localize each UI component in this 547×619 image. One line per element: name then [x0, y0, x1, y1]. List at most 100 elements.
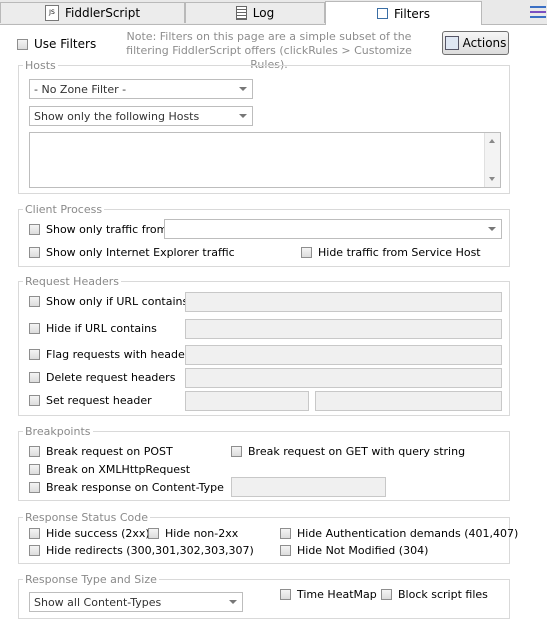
checkbox[interactable] [29, 323, 40, 334]
show-if-url-checkbox[interactable]: Show only if URL contains [29, 295, 188, 308]
scroll-up-icon[interactable] [489, 139, 495, 143]
process-select[interactable] [164, 219, 502, 239]
checkbox-label: Hide non-2xx [165, 527, 239, 540]
scroll-down-icon[interactable] [489, 177, 495, 181]
chevron-down-icon [488, 227, 496, 231]
content-types-select[interactable]: Show all Content-Types [29, 592, 243, 612]
checkbox[interactable] [29, 296, 40, 307]
hide-not-modified-checkbox[interactable]: Hide Not Modified (304) [280, 544, 428, 557]
time-heatmap-checkbox[interactable]: Time HeatMap [280, 588, 377, 601]
delete-headers-input[interactable] [185, 368, 502, 388]
break-get-query-checkbox[interactable]: Break request on GET with query string [231, 445, 465, 458]
checkbox-label: Break on XMLHttpRequest [46, 463, 191, 476]
checkbox[interactable] [280, 528, 291, 539]
hosts-title: Hosts [23, 59, 58, 72]
tab-label: Log [252, 6, 275, 20]
checkbox[interactable] [29, 464, 40, 475]
checkbox[interactable] [29, 545, 40, 556]
hide-auth-checkbox[interactable]: Hide Authentication demands (401,407) [280, 527, 518, 540]
set-header-checkbox[interactable]: Set request header [29, 394, 152, 407]
response-status-title: Response Status Code [23, 511, 151, 524]
tab-fiddlerscript[interactable]: JS FiddlerScript [0, 2, 185, 23]
use-filters-checkbox[interactable]: Use Filters [17, 37, 96, 51]
content-types-value: Show all Content-Types [34, 595, 162, 609]
checkbox-label: Block script files [398, 588, 488, 601]
actions-icon [444, 36, 459, 50]
actions-button[interactable]: Actions [442, 31, 509, 55]
checkbox[interactable] [148, 528, 159, 539]
use-filters-label: Use Filters [34, 37, 97, 51]
set-header-value-input[interactable] [315, 391, 502, 411]
checkbox[interactable] [280, 545, 291, 556]
scrollbar[interactable] [484, 133, 500, 187]
checkbox-label: Break request on GET with query string [248, 445, 466, 458]
tab-label: FiddlerScript [64, 6, 141, 20]
client-process-title: Client Process [23, 203, 105, 216]
flag-headers-checkbox[interactable]: Flag requests with headers [29, 348, 195, 361]
tab-filters[interactable]: Filters [325, 1, 482, 25]
break-post-checkbox[interactable]: Break request on POST [29, 445, 173, 458]
checkbox[interactable] [29, 224, 40, 235]
checkbox[interactable] [29, 372, 40, 383]
checkbox-label: Flag requests with headers [46, 348, 195, 361]
checkbox-label: Hide traffic from Service Host [318, 246, 481, 259]
checkbox[interactable] [29, 482, 40, 493]
checkbox-label: Show only Internet Explorer traffic [46, 246, 235, 259]
checkbox-label: Break request on POST [46, 445, 173, 458]
hide-if-url-input[interactable] [185, 319, 502, 339]
checkbox-label: Set request header [46, 394, 152, 407]
checkbox-label: Hide if URL contains [46, 322, 157, 335]
delete-headers-checkbox[interactable]: Delete request headers [29, 371, 175, 384]
break-xhr-checkbox[interactable]: Break on XMLHttpRequest [29, 463, 190, 476]
checkbox[interactable] [280, 589, 291, 600]
show-if-url-input[interactable] [185, 292, 502, 312]
filter-checkbox-icon [377, 8, 388, 19]
log-document-icon [235, 6, 247, 20]
hide-service-host-checkbox[interactable]: Hide traffic from Service Host [301, 246, 481, 259]
show-only-traffic-from-checkbox[interactable]: Show only traffic from [29, 223, 167, 236]
checkbox[interactable] [381, 589, 392, 600]
checkbox-label: Show only traffic from [46, 223, 168, 236]
tab-log[interactable]: Log [185, 2, 325, 23]
checkbox[interactable] [17, 38, 28, 50]
checkbox-label: Break response on Content-Type [46, 481, 224, 494]
break-content-type-checkbox[interactable]: Break response on Content-Type [29, 481, 224, 494]
zone-filter-select[interactable]: - No Zone Filter - [29, 79, 253, 99]
checkbox-label: Hide redirects (300,301,302,303,307) [46, 544, 254, 557]
checkbox[interactable] [29, 349, 40, 360]
hide-non2xx-checkbox[interactable]: Hide non-2xx [148, 527, 238, 540]
checkbox-label: Show only if URL contains [46, 295, 189, 308]
set-header-name-input[interactable] [185, 391, 309, 411]
host-filter-value: Show only the following Hosts [34, 109, 200, 123]
js-file-icon: JS [44, 5, 59, 21]
request-headers-title: Request Headers [23, 275, 121, 288]
block-script-checkbox[interactable]: Block script files [381, 588, 488, 601]
hide-success-checkbox[interactable]: Hide success (2xx) [29, 527, 150, 540]
hide-redirects-checkbox[interactable]: Hide redirects (300,301,302,303,307) [29, 544, 254, 557]
checkbox[interactable] [231, 446, 242, 457]
hide-if-url-checkbox[interactable]: Hide if URL contains [29, 322, 157, 335]
chevron-down-icon [239, 87, 247, 91]
show-ie-only-checkbox[interactable]: Show only Internet Explorer traffic [29, 246, 235, 259]
response-type-title: Response Type and Size [23, 573, 159, 586]
checkbox-label: Time HeatMap [297, 588, 377, 601]
checkbox[interactable] [29, 446, 40, 457]
zone-filter-value: - No Zone Filter - [34, 82, 127, 96]
tab-label: Filters [394, 6, 430, 21]
host-filter-select[interactable]: Show only the following Hosts [29, 106, 253, 126]
overflow-menu-icon[interactable] [530, 6, 546, 18]
breakpoints-title: Breakpoints [23, 425, 93, 438]
checkbox-label: Hide success (2xx) [46, 527, 150, 540]
checkbox-label: Hide Authentication demands (401,407) [297, 527, 519, 540]
flag-headers-input[interactable] [185, 345, 502, 365]
host-list-textarea[interactable] [29, 132, 501, 188]
checkbox[interactable] [29, 395, 40, 406]
content-type-input[interactable] [231, 477, 386, 497]
checkbox[interactable] [29, 247, 40, 258]
checkbox-label: Hide Not Modified (304) [297, 544, 429, 557]
chevron-down-icon [229, 600, 237, 604]
checkbox[interactable] [29, 528, 40, 539]
actions-label: Actions [462, 36, 507, 50]
checkbox[interactable] [301, 247, 312, 258]
chevron-down-icon [239, 114, 247, 118]
